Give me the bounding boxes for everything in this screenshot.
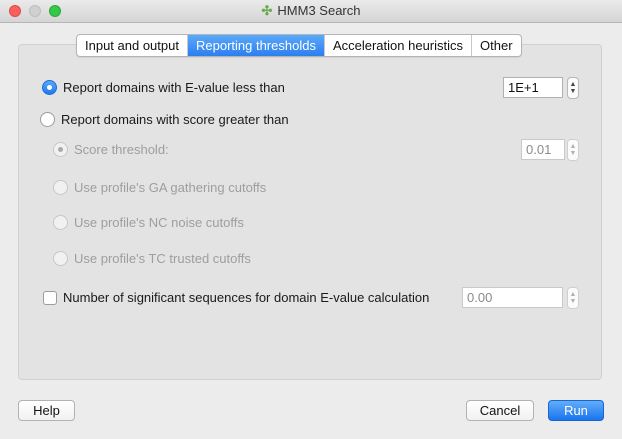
ga-cutoff-label: Use profile's GA gathering cutoffs (74, 180, 267, 195)
tc-cutoff-radio[interactable] (53, 251, 68, 266)
score-radio[interactable] (40, 112, 55, 127)
run-button[interactable]: Run (548, 400, 604, 421)
score-threshold-label: Score threshold: (74, 142, 169, 157)
nc-cutoff-radio[interactable] (53, 215, 68, 230)
significant-sequences-input[interactable]: 0.00 (462, 287, 563, 308)
ga-cutoff-option[interactable]: Use profile's GA gathering cutoffs (53, 180, 266, 195)
tc-cutoff-label: Use profile's TC trusted cutoffs (74, 251, 251, 266)
tab-reporting-thresholds[interactable]: Reporting thresholds (187, 35, 325, 56)
evalue-label: Report domains with E-value less than (63, 80, 285, 95)
tab-input-output[interactable]: Input and output (77, 35, 188, 56)
tab-bar: Input and output Reporting thresholds Ac… (76, 34, 522, 57)
evalue-input[interactable]: 1E+1 (503, 77, 563, 98)
nc-cutoff-option[interactable]: Use profile's NC noise cutoffs (53, 215, 244, 230)
score-threshold-stepper[interactable]: ▲ ▼ (567, 139, 579, 161)
stepper-down-icon: ▼ (569, 88, 577, 95)
dna-icon: ✣ (261, 3, 273, 18)
score-threshold-input[interactable]: 0.01 (521, 139, 565, 160)
tc-cutoff-option[interactable]: Use profile's TC trusted cutoffs (53, 251, 251, 266)
score-option[interactable]: Report domains with score greater than (40, 112, 289, 127)
tab-acceleration-heuristics[interactable]: Acceleration heuristics (325, 35, 473, 56)
significant-sequences-option[interactable]: Number of significant sequences for doma… (43, 290, 429, 305)
significant-sequences-checkbox[interactable] (43, 290, 57, 305)
help-button[interactable]: Help (18, 400, 75, 421)
evalue-radio[interactable] (42, 80, 57, 95)
title-bar: ✣ HMM3 Search (0, 0, 622, 23)
evalue-option[interactable]: Report domains with E-value less than (42, 80, 285, 95)
score-threshold-option[interactable]: Score threshold: (53, 142, 169, 157)
evalue-stepper[interactable]: ▲ ▼ (567, 77, 579, 99)
cancel-button[interactable]: Cancel (466, 400, 534, 421)
tab-other[interactable]: Other (472, 35, 521, 56)
nc-cutoff-label: Use profile's NC noise cutoffs (74, 215, 244, 230)
score-label: Report domains with score greater than (61, 112, 289, 127)
window-title-area: ✣ HMM3 Search (0, 3, 622, 19)
stepper-up-icon: ▲ (569, 143, 577, 150)
stepper-down-icon: ▼ (569, 298, 577, 305)
stepper-up-icon: ▲ (569, 81, 577, 88)
ga-cutoff-radio[interactable] (53, 180, 68, 195)
score-threshold-radio[interactable] (53, 142, 68, 157)
window-title: HMM3 Search (277, 3, 361, 18)
significant-sequences-stepper[interactable]: ▲ ▼ (567, 287, 579, 309)
stepper-down-icon: ▼ (569, 150, 577, 157)
stepper-up-icon: ▲ (569, 291, 577, 298)
significant-sequences-label: Number of significant sequences for doma… (63, 290, 430, 305)
